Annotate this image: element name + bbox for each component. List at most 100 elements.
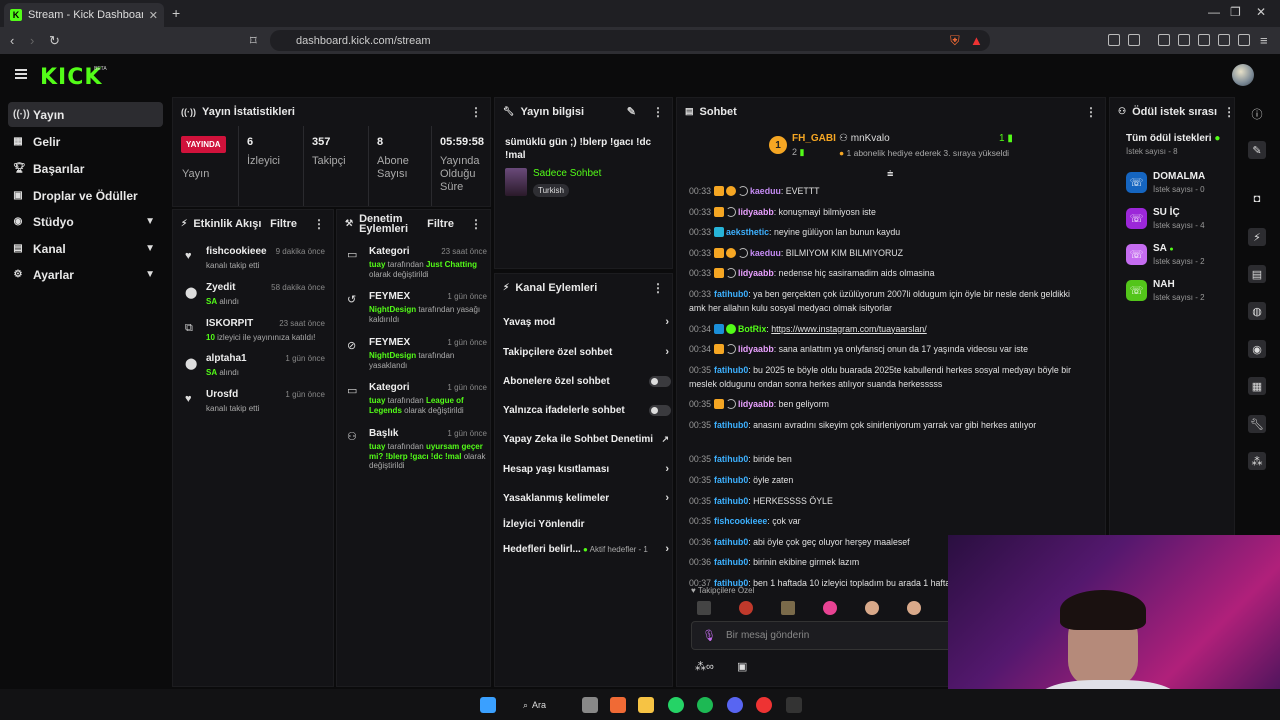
camera-icon[interactable]: ◘ (1248, 190, 1266, 208)
browser-menu-icon[interactable]: ≡ (1260, 33, 1268, 48)
reward-item-su-ic[interactable]: ☏ SU İÇ İstek sayısı - 4 (1126, 206, 1226, 236)
browser-tab[interactable]: K Stream - Kick Dashboard ✕ (4, 3, 164, 27)
sidebar-toggle-icon[interactable] (1178, 34, 1190, 46)
obs-icon[interactable] (786, 697, 802, 713)
taskbar-search[interactable]: ⌕ Ara (523, 697, 575, 713)
chat-username[interactable]: aeksthetic (726, 227, 769, 237)
activity-user[interactable]: Urosfd (206, 389, 238, 400)
collapse-icon[interactable]: ⩧ (887, 168, 893, 181)
more-options-icon[interactable]: ⋮ (1223, 105, 1235, 119)
chat-username[interactable]: kaeduu (750, 248, 781, 258)
avatar[interactable] (1232, 64, 1254, 86)
activity-user[interactable]: ISKORPIT (206, 318, 253, 329)
microphone-icon[interactable]: 🎙︎ (702, 629, 716, 642)
minimize-icon[interactable]: — (1208, 5, 1220, 19)
chat-username[interactable]: fishcookieee (714, 516, 767, 526)
calendar-icon[interactable]: ▦ (1248, 377, 1266, 395)
media-icon[interactable] (1158, 34, 1170, 46)
wallet-icon[interactable] (1198, 34, 1210, 46)
host-channel-item[interactable]: İzleyici Yönlendir (503, 514, 671, 534)
info-icon[interactable]: ⓘ (1248, 105, 1266, 123)
wrench-icon[interactable]: 🔧︎ (1248, 415, 1266, 433)
back-icon[interactable]: ‹ (10, 33, 14, 48)
chat-icon[interactable]: ◍ (1248, 302, 1266, 320)
discord-icon[interactable] (727, 697, 743, 713)
category-name[interactable]: Sadece Sohbet (533, 168, 601, 179)
more-options-icon[interactable]: ⋮ (1085, 105, 1097, 119)
vpn-icon[interactable] (1218, 34, 1230, 46)
followers-only-item[interactable]: Takipçilere özel sohbet › (503, 342, 671, 362)
sidebar-item-gelir[interactable]: ▦ Gelir (8, 129, 163, 154)
all-rewards-link[interactable]: Tüm ödül istekleri ● (1126, 133, 1220, 144)
sidebar-item-yayin[interactable]: ((·)) Yayın (8, 102, 163, 127)
chat-username[interactable]: lidyaabb (738, 399, 774, 409)
lightning-icon[interactable]: ⚡︎ (1248, 228, 1266, 246)
reward-item-domalma[interactable]: ☏ DOMALMA İstek sayısı - 0 (1126, 170, 1226, 200)
chat-username[interactable]: fatihub0 (714, 557, 748, 567)
chat-username[interactable]: fatihub0 (714, 289, 748, 299)
sidebar-item-basarilar[interactable]: 🏆︎ Başarılar (8, 156, 163, 181)
goals-item[interactable]: Hedefleri belirl... ● Aktif hedefler - 1… (503, 539, 671, 559)
chat-username[interactable]: fatihub0 (714, 420, 748, 430)
emote-icon[interactable] (907, 601, 921, 615)
brave-shield-icon[interactable]: ⛨ (950, 33, 960, 49)
activity-user[interactable]: alptaha1 (206, 353, 247, 364)
emotes-only-toggle[interactable] (649, 404, 671, 416)
extensions-icon[interactable] (1108, 34, 1120, 46)
close-tab-icon[interactable]: ✕ (149, 9, 158, 22)
emote-icon[interactable] (739, 601, 753, 615)
chat-username[interactable]: fatihub0 (714, 454, 748, 464)
spotify-icon[interactable] (697, 697, 713, 713)
menu-icon[interactable] (15, 69, 27, 79)
store-icon[interactable]: ▣ (737, 660, 747, 673)
edit-icon[interactable]: ✎ (627, 105, 636, 118)
sidebar-item-kanal[interactable]: ▤ Kanal ▼ (8, 236, 163, 261)
sidebar-item-studyo[interactable]: ◉ Stüdyo ▼ (8, 209, 163, 234)
brave-rewards-icon[interactable]: ▲ (970, 33, 983, 48)
file-explorer-icon[interactable] (638, 697, 654, 713)
screenshot-icon[interactable] (1128, 34, 1140, 46)
edit-icon[interactable]: ✎ (1248, 141, 1266, 159)
emote-icon[interactable] (697, 601, 711, 615)
filter-button[interactable]: Filtre (270, 218, 297, 230)
more-options-icon[interactable]: ⋮ (652, 105, 664, 119)
chat-username[interactable]: BotRix (738, 324, 766, 334)
new-tab-button[interactable]: + (172, 5, 180, 21)
sidebar-item-ayarlar[interactable]: ⚙ Ayarlar ▼ (8, 262, 163, 287)
more-options-icon[interactable]: ⋮ (313, 217, 325, 231)
account-age-item[interactable]: Hesap yaşı kısıtlaması › (503, 459, 671, 479)
close-window-icon[interactable]: ✕ (1256, 5, 1266, 19)
slow-mode-item[interactable]: Yavaş mod › (503, 312, 671, 332)
forward-icon[interactable]: › (30, 33, 34, 48)
reward-item-nah[interactable]: ☏ NAH İstek sayısı - 2 (1126, 278, 1226, 308)
chat-username[interactable]: fatihub0 (714, 537, 748, 547)
whatsapp-icon[interactable] (668, 697, 684, 713)
emote-icon[interactable] (823, 601, 837, 615)
windows-start-icon[interactable] (480, 697, 496, 713)
subscribers-only-toggle[interactable] (649, 375, 671, 387)
chat-username[interactable]: fatihub0 (714, 365, 748, 375)
document-icon[interactable]: ▤ (1248, 265, 1266, 283)
ai-moderation-item[interactable]: Yapay Zeka ile Sohbet Denetimi ↗ (503, 429, 671, 449)
chat-username[interactable]: lidyaabb (738, 268, 774, 278)
reload-icon[interactable]: ↻ (49, 33, 60, 49)
banned-words-item[interactable]: Yasaklanmış kelimeler › (503, 488, 671, 508)
chat-username[interactable]: kaeduu (750, 186, 781, 196)
emote-icon[interactable] (865, 601, 879, 615)
more-options-icon[interactable]: ⋮ (652, 281, 664, 295)
chat-username[interactable]: fatihub0 (714, 475, 748, 485)
task-view-icon[interactable] (582, 697, 598, 713)
brave-icon[interactable] (610, 697, 626, 713)
emote-icon[interactable] (781, 601, 795, 615)
filter-button[interactable]: Filtre (427, 218, 454, 230)
sidebar-item-droplar[interactable]: ▣ Droplar ve Ödüller (8, 183, 163, 208)
top-gifter-name[interactable]: FH_GABI (792, 133, 836, 144)
reward-item-sa[interactable]: ☏ SA ● İstek sayısı - 2 (1126, 242, 1226, 272)
maximize-icon[interactable]: ❐ (1230, 5, 1241, 19)
more-options-icon[interactable]: ⋮ (470, 105, 482, 119)
shield-icon[interactable] (1238, 34, 1250, 46)
chat-username[interactable]: lidyaabb (738, 207, 774, 217)
chat-link[interactable]: https://www.instagram.com/tuayaarslan/ (771, 324, 926, 334)
points-icon[interactable]: ⁂∞ (695, 660, 714, 673)
activity-user[interactable]: fishcookieee (206, 246, 267, 257)
